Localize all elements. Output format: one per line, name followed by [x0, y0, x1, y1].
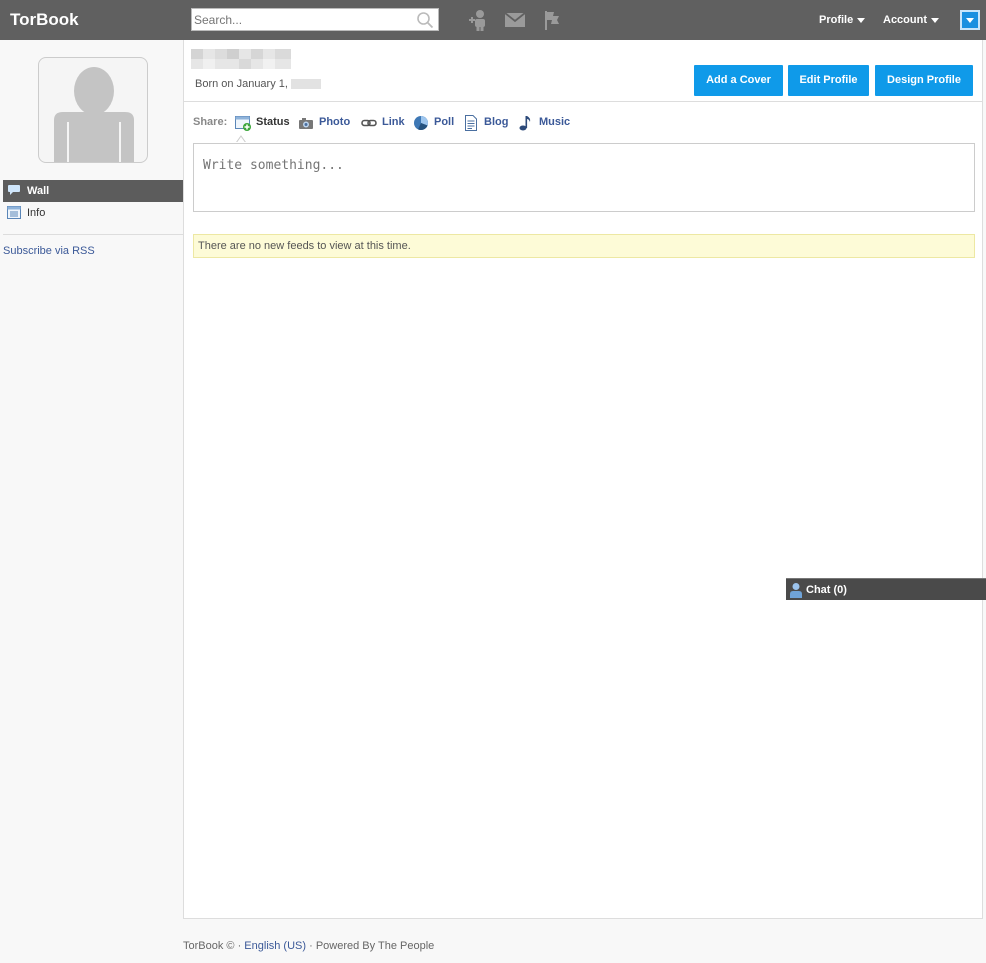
music-icon: [519, 116, 531, 131]
active-tab-pointer: [236, 135, 246, 143]
chat-user-icon: [790, 583, 802, 598]
speech-bubble-icon: [8, 185, 20, 195]
header-divider: [184, 101, 982, 102]
search-box: [191, 8, 439, 31]
sidebar-item-label: Info: [27, 207, 46, 219]
footer-brand: TorBook © ·: [183, 940, 245, 952]
profile-name-redacted: [191, 49, 291, 69]
footer-powered: · Powered By The People: [306, 940, 435, 952]
birth-year-redacted: [290, 79, 321, 90]
blog-icon: [465, 115, 477, 131]
sidebar-item-info[interactable]: Info: [3, 202, 183, 224]
status-icon: [235, 116, 251, 131]
profile-menu[interactable]: Profile: [819, 14, 866, 26]
footer: TorBook © · English (US) · Powered By Th…: [183, 940, 434, 952]
chevron-down-icon: [931, 17, 939, 23]
search-input[interactable]: [192, 9, 412, 30]
status-composer: [193, 143, 975, 212]
edit-profile-button[interactable]: Edit Profile: [788, 65, 869, 96]
share-tab-label: Poll: [434, 116, 455, 128]
sidebar-item-label: Wall: [27, 185, 50, 197]
app-logo[interactable]: TorBook: [10, 10, 79, 30]
notifications-icon[interactable]: [541, 9, 563, 31]
profile-menu-label: Profile: [819, 14, 854, 26]
chevron-down-icon: [966, 18, 974, 23]
main-content: Born on January 1, Add a Cover Edit Prof…: [183, 40, 983, 919]
sidebar-divider: [3, 234, 183, 235]
chat-label: Chat (0): [806, 584, 847, 596]
birthday-text: Born on January 1,: [195, 78, 321, 90]
share-label: Share:: [193, 116, 228, 128]
link-icon: [361, 119, 377, 127]
poll-icon: [414, 116, 428, 131]
share-tab-label: Blog: [484, 116, 509, 128]
sidebar-item-wall[interactable]: Wall: [3, 180, 183, 202]
share-bar: Share: Status Photo Link Poll Blog Music: [193, 115, 973, 131]
chat-tab[interactable]: Chat (0): [786, 578, 986, 600]
camera-icon: [299, 118, 313, 129]
language-link[interactable]: English (US): [244, 940, 306, 952]
toolbar-toggle-button[interactable]: [960, 10, 980, 30]
top-navigation-bar: TorBook Profile Account: [0, 0, 986, 40]
search-icon[interactable]: [416, 11, 434, 29]
friend-requests-icon[interactable]: [468, 9, 490, 31]
share-tab-label: Photo: [319, 116, 351, 128]
share-tab-label: Link: [382, 116, 405, 128]
account-menu[interactable]: Account: [883, 14, 939, 26]
share-tab-label: Status: [256, 116, 290, 128]
chevron-down-icon: [857, 17, 866, 23]
empty-feed-notice: There are no new feeds to view at this t…: [193, 234, 975, 258]
subscribe-rss-link[interactable]: Subscribe via RSS: [3, 245, 95, 257]
messages-icon[interactable]: [504, 9, 526, 31]
account-menu-label: Account: [883, 14, 927, 26]
design-profile-button[interactable]: Design Profile: [875, 65, 973, 96]
default-avatar-icon: [54, 67, 134, 162]
share-tab-label: Music: [539, 116, 571, 128]
born-label: Born on January 1,: [195, 78, 288, 90]
info-list-icon: [7, 206, 21, 219]
add-cover-button[interactable]: Add a Cover: [694, 65, 783, 96]
avatar[interactable]: [38, 57, 148, 163]
status-textarea[interactable]: [194, 144, 974, 211]
